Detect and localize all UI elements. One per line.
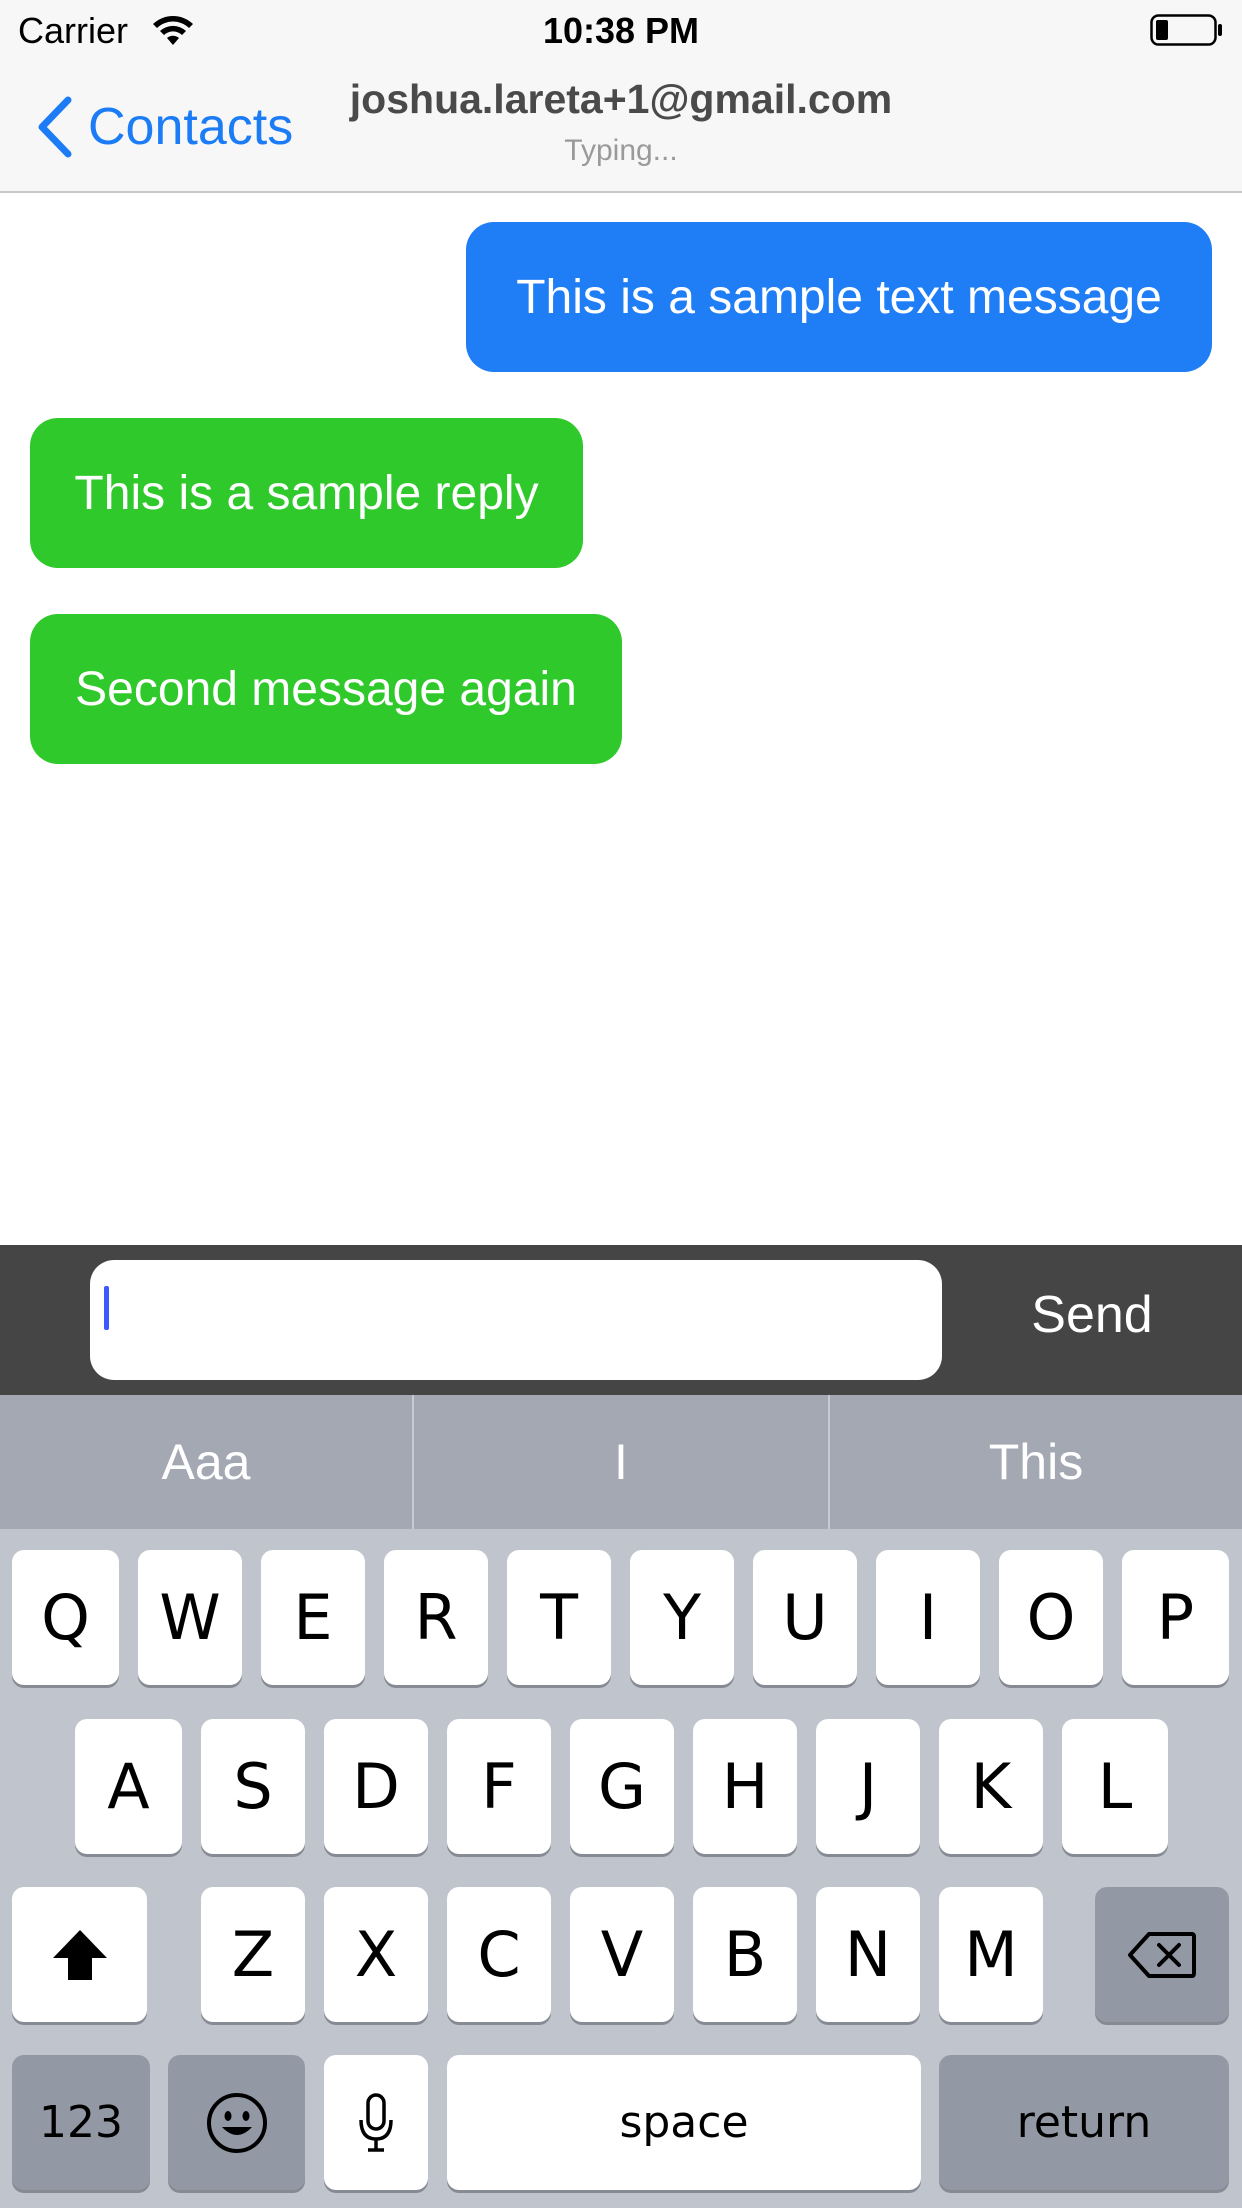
key-y[interactable]: Y xyxy=(630,1550,734,1685)
sent-message-bubble: This is a sample text message xyxy=(466,222,1212,372)
key-n[interactable]: N xyxy=(816,1887,920,2022)
return-key[interactable]: return xyxy=(939,2055,1229,2190)
text-cursor xyxy=(104,1286,109,1330)
key-l[interactable]: L xyxy=(1062,1719,1168,1854)
emoji-icon xyxy=(206,2092,267,2153)
navigation-bar: Contacts joshua.lareta+1@gmail.com Typin… xyxy=(0,62,1242,193)
numbers-key[interactable]: 123 xyxy=(12,2055,150,2190)
key-t[interactable]: T xyxy=(507,1550,611,1685)
received-message-bubble: This is a sample reply xyxy=(30,418,583,568)
key-c[interactable]: C xyxy=(447,1887,551,2022)
back-button[interactable]: Contacts xyxy=(36,92,293,162)
dictation-key[interactable] xyxy=(324,2055,428,2190)
key-w[interactable]: W xyxy=(138,1550,242,1685)
shift-key[interactable] xyxy=(12,1887,147,2022)
microphone-icon xyxy=(359,2092,393,2152)
predictive-text-bar: Aaa I This xyxy=(0,1395,1242,1529)
key-m[interactable]: M xyxy=(939,1887,1043,2022)
conversation-title: joshua.lareta+1@gmail.com xyxy=(349,76,893,122)
suggestion-item[interactable]: This xyxy=(830,1395,1242,1529)
space-key[interactable]: space xyxy=(447,2055,921,2190)
key-k[interactable]: K xyxy=(939,1719,1043,1854)
shift-icon xyxy=(52,1929,107,1980)
status-time: 10:38 PM xyxy=(542,10,700,51)
key-u[interactable]: U xyxy=(753,1550,857,1685)
keys-area: Q W E R T Y U I O P A S D F G H J K L Z … xyxy=(0,1529,1242,2208)
message-input[interactable] xyxy=(90,1260,942,1380)
emoji-key[interactable] xyxy=(168,2055,305,2190)
key-s[interactable]: S xyxy=(201,1719,305,1854)
delete-icon xyxy=(1128,1931,1196,1978)
key-q[interactable]: Q xyxy=(12,1550,119,1685)
battery-low-icon xyxy=(1150,14,1222,46)
key-j[interactable]: J xyxy=(816,1719,920,1854)
suggestion-item[interactable]: I xyxy=(414,1395,828,1529)
send-button[interactable]: Send xyxy=(990,1285,1194,1345)
key-r[interactable]: R xyxy=(384,1550,488,1685)
key-o[interactable]: O xyxy=(999,1550,1103,1685)
key-i[interactable]: I xyxy=(876,1550,980,1685)
key-p[interactable]: P xyxy=(1122,1550,1229,1685)
chevron-left-icon xyxy=(38,96,72,158)
key-z[interactable]: Z xyxy=(201,1887,305,2022)
key-v[interactable]: V xyxy=(570,1887,674,2022)
received-message-bubble: Second message again xyxy=(30,614,622,764)
key-h[interactable]: H xyxy=(693,1719,797,1854)
key-g[interactable]: G xyxy=(570,1719,674,1854)
keyboard: Aaa I This Q W E R T Y U I O P A S D F G… xyxy=(0,1395,1242,2208)
status-bar: Carrier 10:38 PM xyxy=(0,0,1242,62)
key-e[interactable]: E xyxy=(261,1550,365,1685)
key-x[interactable]: X xyxy=(324,1887,428,2022)
key-b[interactable]: B xyxy=(693,1887,797,2022)
key-d[interactable]: D xyxy=(324,1719,428,1854)
key-a[interactable]: A xyxy=(75,1719,182,1854)
back-button-label: Contacts xyxy=(88,98,294,156)
delete-key[interactable] xyxy=(1095,1887,1229,2022)
typing-indicator: Typing... xyxy=(564,134,678,167)
suggestion-item[interactable]: Aaa xyxy=(0,1395,412,1529)
message-composer: Send xyxy=(0,1245,1242,1395)
key-f[interactable]: F xyxy=(447,1719,551,1854)
